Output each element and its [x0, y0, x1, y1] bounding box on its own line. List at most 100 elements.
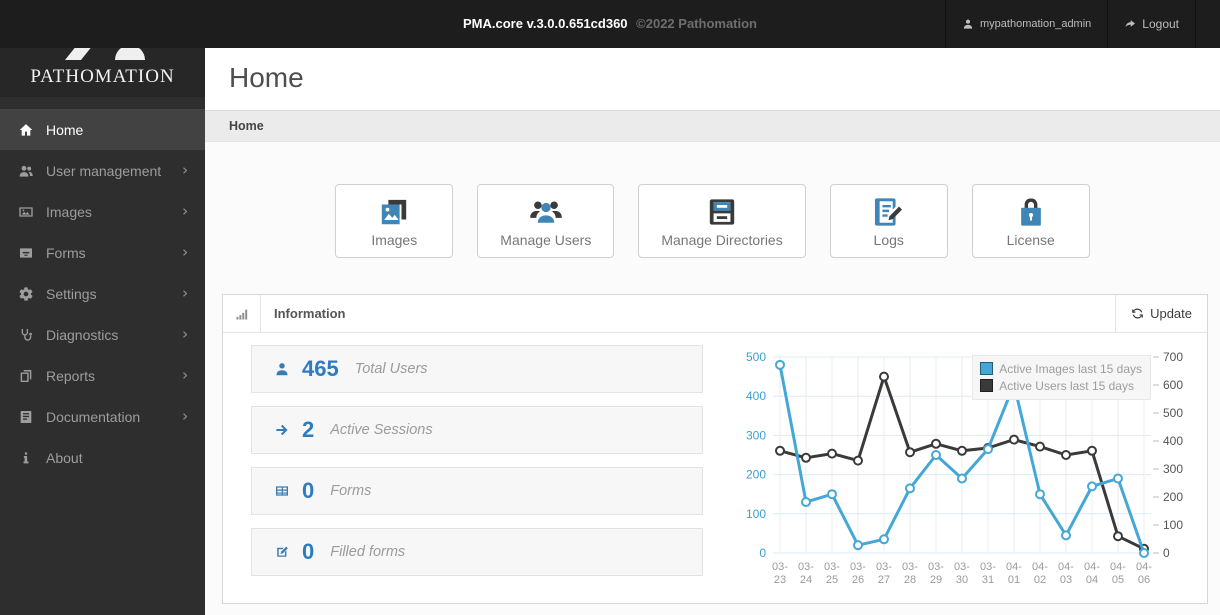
- sidebar-item-user-management[interactable]: User management: [0, 150, 205, 191]
- current-user-menu[interactable]: mypathomation_admin: [945, 0, 1107, 48]
- app-version: PMA.core v.3.0.0.651cd360: [463, 16, 628, 31]
- edit-icon: [274, 544, 290, 560]
- svg-text:400: 400: [746, 389, 766, 403]
- legend-swatch: [980, 362, 994, 375]
- svg-text:03-29: 03-29: [928, 561, 944, 586]
- activity-chart: 0 100 200 300 400 500 0 100 200 300 400 500 600 700 03…: [739, 345, 1197, 597]
- sidebar-menu: Home User management Images Forms Settin…: [0, 97, 205, 478]
- information-panel: Information Update 465 Total Users 2 Act…: [222, 294, 1208, 604]
- stat-row-forms: 0 Forms: [251, 467, 703, 515]
- svg-text:04-02: 04-02: [1032, 561, 1048, 586]
- information-panel-header: Information Update: [223, 295, 1207, 333]
- legend-swatch: [980, 379, 994, 392]
- svg-text:300: 300: [746, 428, 766, 442]
- reports-icon: [18, 368, 34, 384]
- logout-button[interactable]: Logout: [1107, 0, 1196, 48]
- sidebar-item-documentation[interactable]: Documentation: [0, 396, 205, 437]
- documentation-icon: [18, 409, 34, 425]
- page-title: Home: [229, 62, 304, 93]
- chevron-right-icon: [180, 288, 191, 299]
- sidebar-item-settings[interactable]: Settings: [0, 273, 205, 314]
- stat-row-active-sessions: 2 Active Sessions: [251, 406, 703, 454]
- svg-text:03-30: 03-30: [954, 561, 970, 586]
- user-icon: [274, 361, 290, 377]
- svg-text:04-06: 04-06: [1136, 561, 1152, 586]
- logout-arrow-icon: [1124, 18, 1136, 30]
- main-area: Home Home Images Manage Users Manage Dir…: [195, 0, 1220, 615]
- card-dirs-icon: [704, 197, 740, 227]
- sidebar-item-home[interactable]: Home: [0, 109, 205, 150]
- card-logs-icon: [871, 197, 907, 227]
- legend-item-active-users-last-15-days[interactable]: Active Users last 15 days: [980, 377, 1142, 394]
- panel-title: Information: [274, 306, 346, 321]
- svg-text:100: 100: [1163, 518, 1183, 532]
- legend-label: Active Images last 15 days: [999, 361, 1142, 376]
- stat-label: Filled forms: [330, 544, 406, 560]
- stat-row-filled-forms: 0 Filled forms: [251, 528, 703, 576]
- svg-text:500: 500: [1163, 406, 1183, 420]
- sidebar-item-reports[interactable]: Reports: [0, 355, 205, 396]
- svg-text:04-01: 04-01: [1006, 561, 1022, 586]
- chevron-right-icon: [180, 247, 191, 258]
- chevron-right-icon: [180, 206, 191, 217]
- users-icon: [18, 163, 34, 179]
- svg-text:300: 300: [1163, 462, 1183, 476]
- svg-text:03-24: 03-24: [798, 561, 814, 586]
- stat-value: 465: [302, 356, 339, 381]
- arrow-right-icon: [274, 422, 290, 438]
- stat-label: Total Users: [354, 361, 428, 377]
- card-images-icon: [376, 197, 412, 227]
- table-icon: [274, 483, 290, 499]
- sidebar-item-diagnostics[interactable]: Diagnostics: [0, 314, 205, 355]
- svg-text:04-04: 04-04: [1084, 561, 1100, 586]
- svg-text:04-03: 04-03: [1058, 561, 1074, 586]
- update-button[interactable]: Update: [1115, 295, 1207, 332]
- content: Images Manage Users Manage Directories L…: [205, 142, 1220, 615]
- sidebar-item-images[interactable]: Images: [0, 191, 205, 232]
- stat-value: 0: [302, 478, 315, 503]
- signal-bars-icon: [235, 307, 249, 321]
- sidebar-item-about[interactable]: About: [0, 437, 205, 478]
- shortcut-card-logs[interactable]: Logs: [829, 184, 948, 258]
- breadcrumb: Home: [195, 110, 1220, 142]
- brand-name: PATHOMATION: [30, 65, 175, 87]
- stat-label: Active Sessions: [330, 422, 433, 438]
- sidebar-item-forms[interactable]: Forms: [0, 232, 205, 273]
- card-license-icon: [1013, 197, 1049, 227]
- shortcut-card-manage-users[interactable]: Manage Users: [477, 184, 615, 258]
- svg-text:0: 0: [759, 546, 766, 560]
- settings-icon: [18, 286, 34, 302]
- logout-label: Logout: [1142, 17, 1179, 31]
- svg-text:500: 500: [746, 350, 766, 364]
- svg-text:200: 200: [1163, 490, 1183, 504]
- stats-list: 465 Total Users 2 Active Sessions 0 Form…: [251, 345, 703, 597]
- image-icon: [18, 204, 34, 220]
- legend-label: Active Users last 15 days: [999, 378, 1134, 393]
- chart-legend: Active Images last 15 days Active Users l…: [972, 355, 1151, 400]
- svg-text:03-28: 03-28: [902, 561, 918, 586]
- shortcut-card-license[interactable]: License: [971, 184, 1090, 258]
- refresh-icon: [1131, 307, 1144, 320]
- svg-text:600: 600: [1163, 378, 1183, 392]
- topbar: PMA.core v.3.0.0.651cd360 ©2022 Pathomat…: [0, 0, 1220, 48]
- chevron-right-icon: [180, 370, 191, 381]
- legend-item-active-images-last-15-days[interactable]: Active Images last 15 days: [980, 360, 1142, 377]
- svg-text:03-27: 03-27: [876, 561, 892, 586]
- card-users-icon: [528, 197, 564, 227]
- svg-text:03-25: 03-25: [824, 561, 840, 586]
- shortcut-cards: Images Manage Users Manage Directories L…: [205, 184, 1220, 258]
- about-icon: [18, 450, 34, 466]
- svg-text:03-26: 03-26: [850, 561, 866, 586]
- shortcut-card-manage-directories[interactable]: Manage Directories: [638, 184, 806, 258]
- breadcrumb-home[interactable]: Home: [229, 119, 264, 133]
- svg-text:03-31: 03-31: [980, 561, 996, 586]
- user-icon: [962, 18, 974, 30]
- panel-body: 465 Total Users 2 Active Sessions 0 Form…: [223, 333, 1207, 597]
- svg-text:04-05: 04-05: [1110, 561, 1126, 586]
- chevron-right-icon: [180, 411, 191, 422]
- svg-text:700: 700: [1163, 350, 1183, 364]
- svg-text:03-23: 03-23: [772, 561, 788, 586]
- update-label: Update: [1150, 306, 1192, 321]
- shortcut-card-images[interactable]: Images: [335, 184, 454, 258]
- panel-icon-cell: [223, 295, 261, 332]
